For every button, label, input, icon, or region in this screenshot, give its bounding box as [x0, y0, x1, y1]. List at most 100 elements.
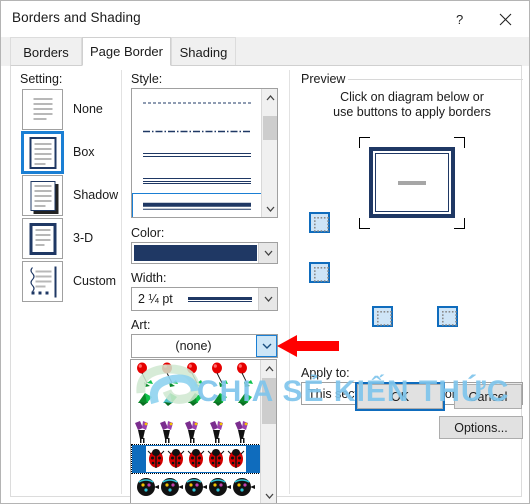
red-annotation-arrow	[277, 335, 339, 357]
preview-rule	[348, 79, 523, 80]
art-item-dark-beetles[interactable]	[132, 473, 260, 501]
scrollbar-thumb[interactable]	[263, 116, 277, 140]
style-list[interactable]	[131, 88, 278, 218]
none-border-icon	[22, 89, 63, 130]
red-balloons-icon	[137, 362, 253, 387]
borders-and-shading-dialog: Borders and Shading ? Borders Page Borde…	[0, 0, 530, 504]
tab-borders[interactable]: Borders	[10, 37, 82, 66]
setting-option-shadow[interactable]: Shadow	[11, 174, 119, 217]
art-value: (none)	[175, 339, 212, 353]
setting-option-box-label: Box	[73, 145, 95, 159]
question-mark-icon[interactable]: ?	[438, 1, 483, 37]
corner-mark-top-right	[454, 137, 465, 148]
chevron-up-icon[interactable]	[262, 89, 277, 106]
divider	[121, 70, 122, 494]
setting-option-box[interactable]: Box	[11, 131, 119, 174]
options-button[interactable]: Options...	[439, 416, 523, 439]
preview-instruction-line-2: use buttons to apply borders	[333, 105, 491, 119]
cancel-button-label: Cancel	[468, 389, 508, 404]
page-preview-diagram[interactable]	[369, 147, 455, 218]
right-border-toggle[interactable]	[437, 306, 458, 327]
bottom-border-toggle[interactable]	[309, 262, 330, 283]
setting-option-none-label: None	[73, 102, 103, 116]
setting-option-custom-label: Custom	[73, 274, 117, 288]
tab-borders-label: Borders	[23, 44, 69, 60]
color-label: Color:	[131, 226, 165, 240]
corner-mark-bottom-left	[359, 218, 370, 229]
width-label: Width:	[131, 271, 167, 285]
cancel-button[interactable]: Cancel	[454, 384, 522, 409]
chevron-down-icon[interactable]	[262, 200, 277, 217]
setting-option-3d[interactable]: 3-D	[11, 217, 119, 260]
setting-option-custom[interactable]: Custom	[11, 260, 119, 303]
top-border-toggle[interactable]	[309, 212, 330, 233]
style-item-dash-dot[interactable]	[133, 116, 261, 142]
art-list-scrollbar[interactable]	[260, 360, 276, 503]
close-icon[interactable]	[483, 1, 528, 37]
color-dropdown[interactable]	[131, 242, 278, 264]
setting-option-none[interactable]: None	[11, 88, 119, 131]
dash-dot-line-icon	[143, 120, 251, 138]
setting-option-3d-label: 3-D	[73, 231, 94, 245]
width-value: 2 ¼ pt	[138, 292, 173, 306]
art-item-red-ladybugs[interactable]	[131, 444, 261, 474]
custom-border-icon	[22, 261, 63, 302]
top-border-icon	[314, 217, 329, 232]
thick-line-icon	[143, 202, 251, 210]
bottom-border-icon	[314, 267, 329, 282]
triple-line-icon	[143, 178, 251, 184]
chevron-down-icon[interactable]	[258, 243, 277, 263]
art-item-purple-butterflies[interactable]	[132, 417, 260, 445]
art-dropdown[interactable]: (none)	[131, 334, 278, 358]
chevron-down-icon[interactable]	[261, 487, 276, 503]
divider	[289, 70, 290, 494]
tab-shading[interactable]: Shading	[171, 37, 236, 66]
left-border-toggle[interactable]	[372, 306, 393, 327]
tab-page-border[interactable]: Page Border	[82, 37, 171, 66]
color-swatch	[134, 245, 257, 261]
dark-beetles-icon	[137, 478, 255, 496]
title-bar: Borders and Shading ?	[1, 1, 529, 37]
style-item-double-line[interactable]	[133, 142, 261, 168]
left-border-icon	[377, 311, 392, 326]
shadow-border-icon	[22, 175, 63, 216]
svg-text:?: ?	[456, 12, 463, 27]
ok-button-label: OK	[390, 389, 410, 404]
style-item-thick-line[interactable]	[132, 193, 262, 217]
scrollbar-thumb[interactable]	[262, 378, 276, 424]
preview-instruction-line-1: Click on diagram below or	[340, 90, 484, 104]
art-label: Art:	[131, 318, 151, 332]
three-d-border-icon	[22, 218, 63, 259]
dashed-line-icon	[143, 102, 251, 104]
tab-strip: Borders Page Border Shading	[1, 37, 529, 66]
style-item-triple-line[interactable]	[133, 168, 261, 194]
tab-shading-label: Shading	[179, 44, 228, 60]
width-preview-line	[188, 297, 252, 302]
red-ladybugs-icon	[146, 446, 246, 472]
tab-page-border-label: Page Border	[90, 44, 163, 59]
page-text-placeholder	[398, 180, 426, 185]
right-border-icon	[442, 311, 457, 326]
green-teal-leaves-icon	[138, 393, 252, 406]
page-title: Borders and Shading	[12, 10, 141, 25]
art-dropdown-arrow[interactable]	[256, 335, 277, 357]
art-dropdown-list[interactable]	[130, 359, 277, 503]
setting-label: Setting:	[20, 72, 63, 86]
options-button-label: Options...	[454, 420, 508, 435]
art-item-red-balloons[interactable]	[132, 361, 260, 389]
art-item-green-teal-leaves[interactable]	[132, 389, 260, 417]
purple-butterflies-icon	[135, 421, 248, 443]
chevron-up-icon[interactable]	[261, 360, 276, 377]
double-line-icon	[143, 153, 251, 157]
width-dropdown[interactable]: 2 ¼ pt	[131, 287, 278, 311]
box-border-icon	[21, 131, 64, 174]
style-label: Style:	[131, 72, 163, 86]
style-item-dashed[interactable]	[133, 90, 261, 116]
setting-option-shadow-label: Shadow	[73, 188, 119, 202]
style-list-scrollbar[interactable]	[261, 89, 277, 217]
corner-mark-bottom-right	[454, 218, 465, 229]
preview-label: Preview	[301, 72, 346, 86]
ok-button[interactable]: OK	[355, 382, 445, 411]
chevron-down-icon[interactable]	[258, 288, 277, 310]
apply-to-label: Apply to:	[301, 366, 350, 380]
